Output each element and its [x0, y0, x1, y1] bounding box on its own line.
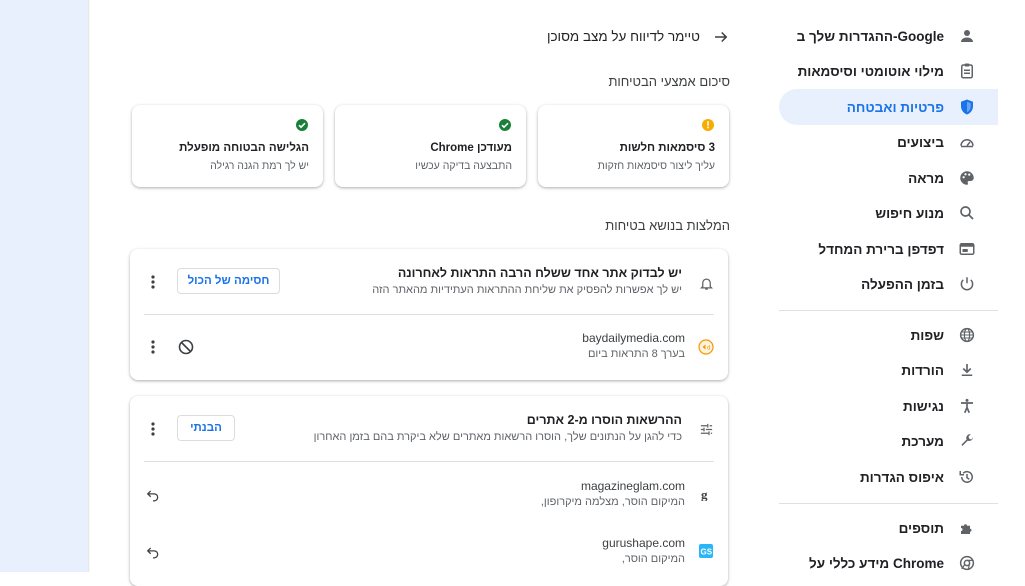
sidebar-item-google[interactable]: ההגדרות שלך ב-Google	[779, 18, 998, 54]
left-background	[0, 0, 88, 572]
sidebar-item-label: מראה	[908, 170, 944, 186]
sidebar-item-label: תוספים	[898, 520, 944, 536]
svg-text:GS: GS	[701, 548, 713, 557]
site-subtitle: בערך 8 התראות ביום	[587, 348, 685, 360]
recommendation-title: ההרשאות הוסרו מ-2 אתרים	[526, 413, 682, 427]
sidebar-item-search-engine[interactable]: מנוע חיפוש	[779, 195, 998, 231]
sidebar-item-autofill[interactable]: מילוי אוטומטי וסיסמאות	[779, 53, 998, 89]
card-title: 3 סיסמאות חלשות	[619, 142, 715, 154]
sidebar-item-label: בזמן ההפעלה	[861, 276, 944, 292]
sidebar-item-appearance[interactable]: מראה	[779, 160, 998, 196]
globe-icon	[958, 326, 976, 344]
undo-icon[interactable]	[146, 545, 160, 559]
sidebar-item-label: פרטיות ואבטחה	[846, 99, 944, 115]
safety-summary-title: סיכום אמצעי הבטיחות	[608, 74, 730, 89]
sidebar-item-label: שפות	[910, 327, 944, 343]
block-all-button[interactable]: חסימה של הכול	[177, 268, 280, 294]
check-circle-icon	[498, 118, 512, 132]
tune-icon	[698, 421, 714, 437]
site-favicon-icon: d	[698, 339, 714, 355]
card-subtitle: עליך ליצור סיסמאות חזקות	[597, 160, 715, 172]
sidebar-item-label: איפוס הגדרות	[859, 469, 944, 485]
sidebar-item-label: נגישות	[903, 398, 944, 414]
got-it-button[interactable]: הבנתי	[177, 415, 235, 441]
card-divider	[144, 461, 714, 462]
sidebar-item-label: מילוי אוטומטי וסיסמאות	[797, 63, 944, 79]
more-options-icon[interactable]	[146, 420, 160, 438]
power-icon	[958, 275, 976, 293]
svg-text:g: g	[701, 487, 708, 501]
sidebar-item-system[interactable]: מערכת	[779, 423, 998, 459]
recommendations-title: המלצות בנושא בטיחות	[605, 218, 730, 233]
notifications-recommendation-card: יש לבדוק אתר אחד ששלח הרבה התראות לאחרונ…	[130, 249, 728, 380]
permissions-recommendation-card: ההרשאות הוסרו מ-2 אתרים כדי להגן על הנתו…	[130, 396, 728, 586]
history-icon	[958, 468, 976, 486]
check-circle-icon	[295, 118, 309, 132]
sidebar-item-label: ביצועים	[897, 134, 944, 150]
sidebar-item-downloads[interactable]: הורדות	[779, 352, 998, 388]
undo-icon[interactable]	[146, 488, 160, 502]
sidebar-item-label: מידע כללי על Chrome	[809, 555, 944, 571]
site-name: gurushape.com	[602, 536, 685, 550]
svg-text:d: d	[707, 346, 710, 352]
site-subtitle: המיקום הוסר, מצלמה מיקרופון,	[540, 496, 685, 508]
block-icon[interactable]	[178, 339, 194, 355]
warning-icon	[701, 118, 715, 132]
download-icon	[958, 361, 976, 379]
arrow-right-icon[interactable]	[712, 28, 730, 46]
sidebar-divider	[779, 310, 998, 311]
page-edge	[88, 0, 90, 572]
search-icon	[958, 204, 976, 222]
sidebar-item-performance[interactable]: ביצועים	[779, 124, 998, 160]
chrome-updated-card[interactable]: מעודכן Chrome התבצעה בדיקה עכשיו	[335, 105, 526, 187]
weak-passwords-card[interactable]: 3 סיסמאות חלשות עליך ליצור סיסמאות חזקות	[538, 105, 729, 187]
sidebar-item-languages[interactable]: שפות	[779, 317, 998, 353]
site-name: baydailymedia.com	[582, 331, 685, 345]
puzzle-icon	[958, 519, 976, 537]
sidebar-item-label: מערכת	[901, 433, 944, 449]
site-subtitle: המיקום הוסר,	[621, 553, 685, 565]
palette-icon	[958, 169, 976, 187]
recommendation-title: יש לבדוק אתר אחד ששלח הרבה התראות לאחרונ…	[397, 266, 682, 280]
clipboard-icon	[958, 62, 976, 80]
sidebar-item-label: הורדות	[901, 362, 944, 378]
person-icon	[958, 27, 976, 45]
site-favicon-icon: GS	[698, 543, 714, 559]
sidebar-item-extensions[interactable]: תוספים	[779, 510, 998, 546]
bell-icon	[698, 275, 714, 291]
sidebar-item-privacy[interactable]: פרטיות ואבטחה	[779, 89, 998, 125]
site-favicon-icon: g	[698, 486, 714, 502]
safe-browsing-card[interactable]: הגלישה הבטוחה מופעלת יש לך רמת הגנה רגיל…	[132, 105, 323, 187]
sidebar-item-label: מנוע חיפוש	[875, 205, 944, 221]
card-divider	[144, 314, 714, 315]
sidebar-item-startup[interactable]: בזמן ההפעלה	[779, 266, 998, 302]
speedometer-icon	[958, 133, 976, 151]
accessibility-icon	[958, 397, 976, 415]
card-title: מעודכן Chrome	[430, 142, 512, 154]
page-header: טיימר לדיווח על מצב מסוכן	[547, 26, 730, 46]
wrench-icon	[958, 432, 976, 450]
card-subtitle: יש לך רמת הגנה רגילה	[210, 160, 309, 172]
sidebar-item-reset[interactable]: איפוס הגדרות	[779, 459, 998, 495]
sidebar-item-label: דפדפן ברירת המחדל	[818, 241, 944, 257]
site-name: magazineglam.com	[580, 479, 685, 493]
card-subtitle: התבצעה בדיקה עכשיו	[415, 160, 512, 172]
browser-icon	[958, 240, 976, 258]
page-title: טיימר לדיווח על מצב מסוכן	[546, 28, 700, 44]
sidebar-item-default-browser[interactable]: דפדפן ברירת המחדל	[779, 231, 998, 267]
card-title: הגלישה הבטוחה מופעלת	[179, 142, 309, 154]
more-options-icon[interactable]	[146, 273, 160, 291]
chrome-icon	[958, 554, 976, 572]
sidebar-item-label: ההגדרות שלך ב-Google	[796, 28, 944, 44]
recommendation-subtitle: כדי להגן על הנתונים שלך, הוסרו הרשאות מא…	[313, 431, 682, 443]
shield-icon	[958, 98, 976, 116]
sidebar-item-accessibility[interactable]: נגישות	[779, 388, 998, 424]
sidebar-item-about-chrome[interactable]: מידע כללי על Chrome	[779, 545, 998, 581]
recommendation-subtitle: יש לך אפשרות להפסיק את שליחת ההתראות העת…	[372, 284, 682, 296]
more-options-icon[interactable]	[146, 338, 160, 356]
sidebar-divider	[779, 503, 998, 504]
